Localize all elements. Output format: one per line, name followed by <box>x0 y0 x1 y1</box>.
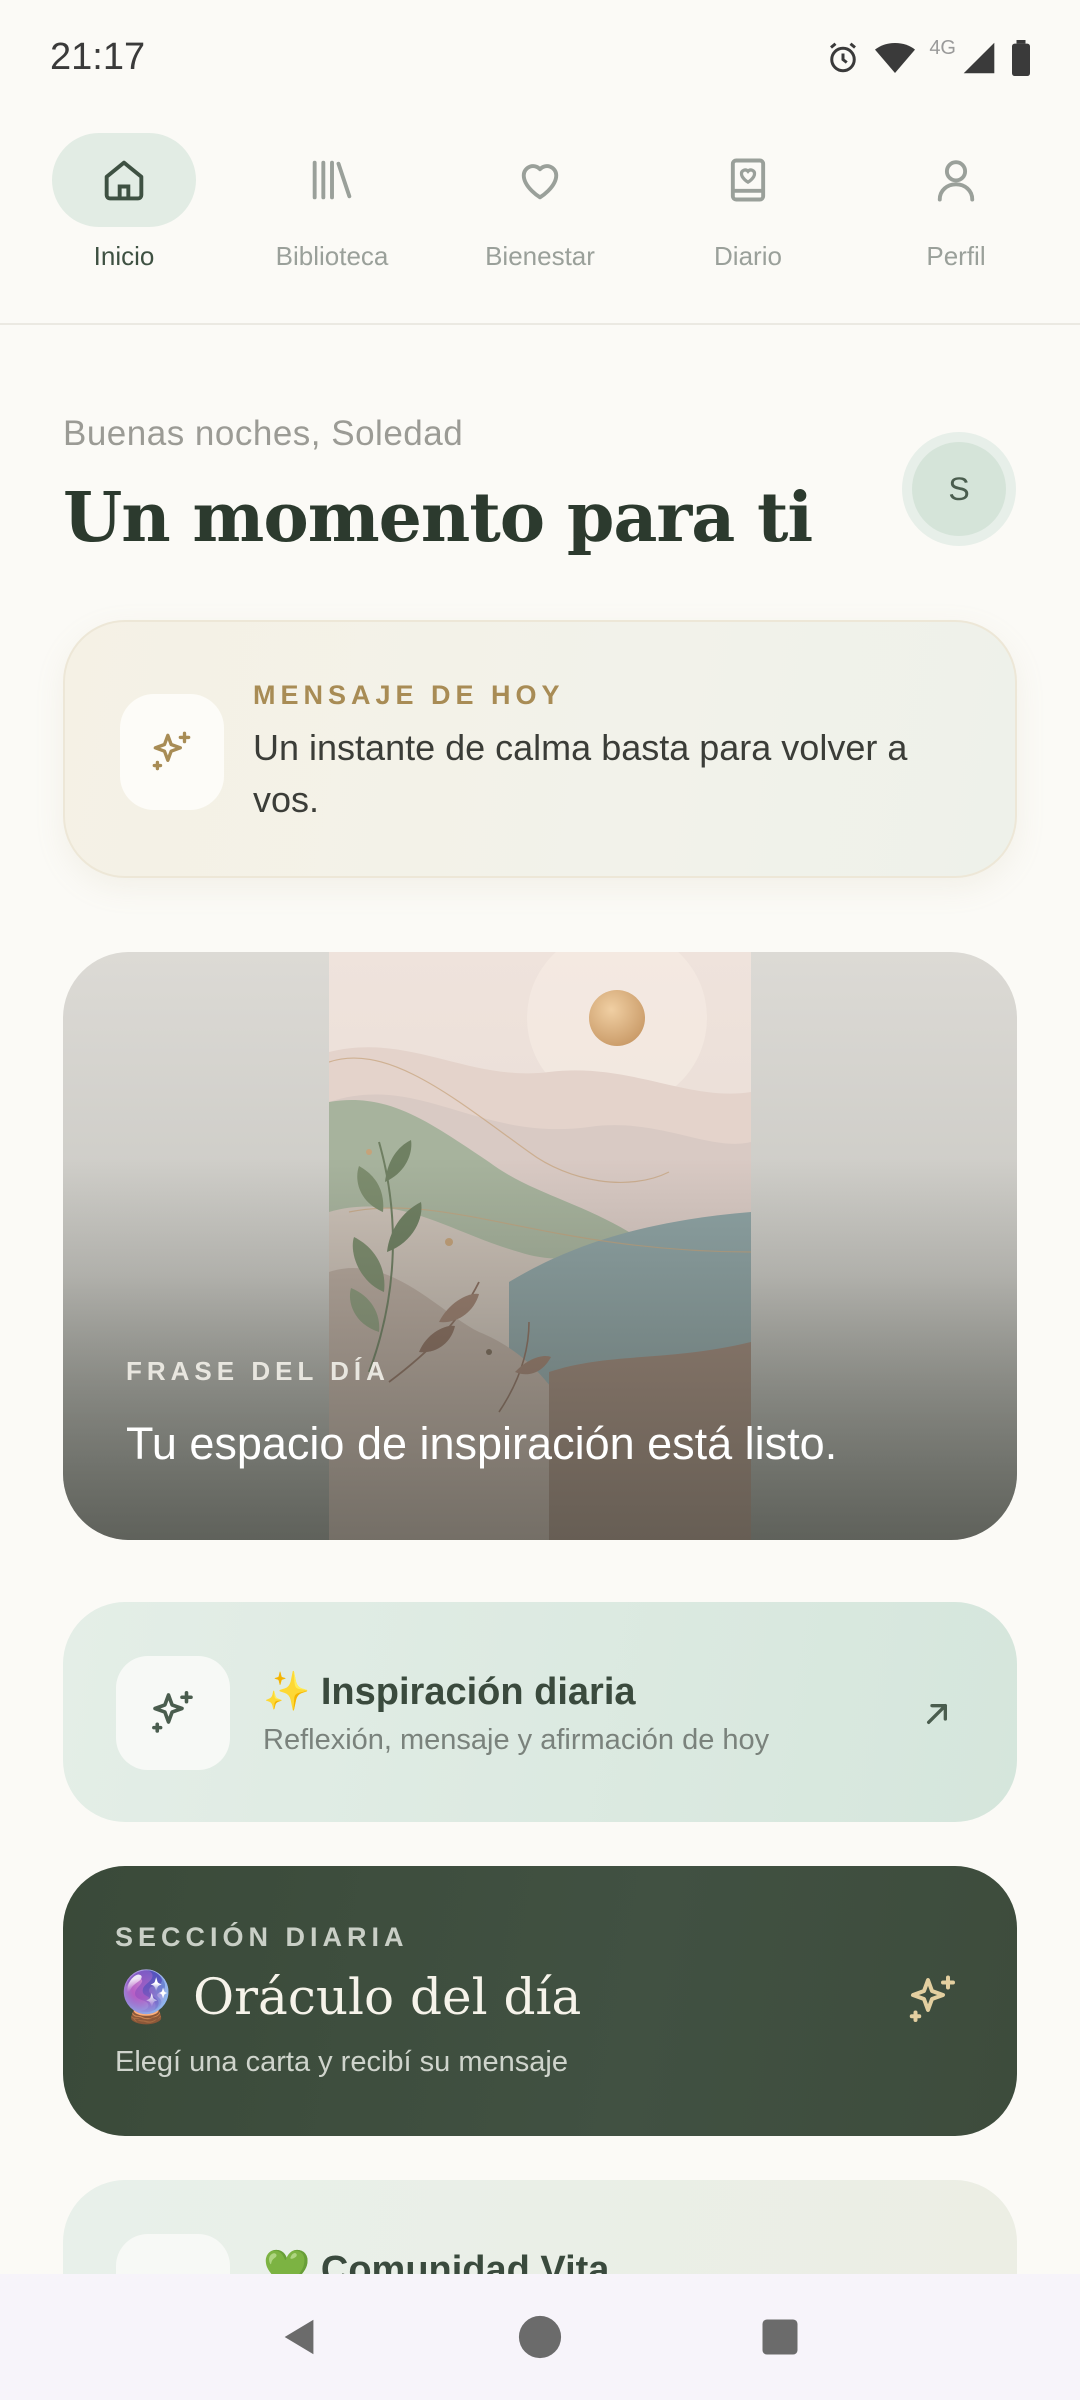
quote-text: Tu espacio de inspiración está listo. <box>126 1418 838 1469</box>
oracle-of-the-day-card[interactable]: SECCIÓN DIARIA 🔮 Oráculo del día Elegí u… <box>63 1866 1017 2136</box>
top-navigation: Inicio Biblioteca Bienestar Diario Perfi… <box>0 115 1080 325</box>
status-bar: 21:17 4G <box>0 0 1080 115</box>
nav-item-biblioteca[interactable]: Biblioteca <box>242 133 422 272</box>
oracle-kicker: SECCIÓN DIARIA <box>115 1922 409 1952</box>
greeting-text: Buenas noches, Soledad <box>63 414 464 453</box>
msg-icon-box <box>120 694 224 810</box>
message-of-the-day-card[interactable]: MENSAJE DE HOY Un instante de calma bast… <box>63 620 1017 878</box>
sparkles-icon <box>909 1975 955 2022</box>
oracle-subtitle: Elegí una carta y recibí su mensaje <box>115 2046 568 2078</box>
quote-kicker: FRASE DEL DÍA <box>126 1356 390 1386</box>
recents-button[interactable] <box>740 2297 820 2377</box>
nav-label: Inicio <box>93 241 155 271</box>
status-time: 21:17 <box>50 36 146 78</box>
avatar[interactable]: S <box>902 432 1016 546</box>
nav-item-bienestar[interactable]: Bienestar <box>450 133 630 272</box>
nav-icon-wrap <box>468 133 612 227</box>
signal-icon <box>963 42 995 73</box>
nav-icon-wrap <box>676 133 820 227</box>
nav-icon-wrap <box>260 133 404 227</box>
nav-item-diario[interactable]: Diario <box>658 133 838 272</box>
home-button[interactable] <box>500 2297 580 2377</box>
daily-inspiration-card[interactable]: ✨ Inspiración diaria Reflexión, mensaje … <box>63 1602 1017 1822</box>
journal-icon <box>730 158 766 202</box>
recents-square-icon <box>762 2319 798 2355</box>
nav-label: Perfil <box>926 241 986 271</box>
library-icon <box>312 160 352 200</box>
arrow-up-right-icon <box>927 1704 947 1724</box>
quote-of-the-day-card[interactable]: FRASE DEL DÍA Tu espacio de inspiración … <box>63 952 1017 1540</box>
sparkles-icon <box>152 731 191 771</box>
nav-item-inicio[interactable]: Inicio <box>34 133 214 272</box>
user-icon <box>937 160 975 202</box>
status-icons: 4G <box>825 37 1032 76</box>
battery-icon <box>1012 39 1030 76</box>
alarm-icon <box>830 42 857 72</box>
insp-icon-box <box>116 1656 230 1770</box>
nav-icon-wrap <box>52 133 196 227</box>
nav-label: Biblioteca <box>275 241 389 271</box>
message-kicker: MENSAJE DE HOY <box>253 680 565 710</box>
nav-item-perfil[interactable]: Perfil <box>866 133 1046 272</box>
network-type: 4G <box>929 37 956 59</box>
home-icon <box>104 160 144 201</box>
nav-icon-wrap <box>884 133 1028 227</box>
inspiration-subtitle: Reflexión, mensaje y afirmación de hoy <box>263 1724 770 1756</box>
message-text: Un instante de calma basta para volver a… <box>253 727 908 820</box>
page-title: Un momento para ti <box>63 478 813 558</box>
system-navigation-bar <box>0 2274 1080 2400</box>
sparkles-icon <box>152 1690 193 1733</box>
back-button[interactable] <box>260 2297 340 2377</box>
wifi-icon <box>875 42 916 73</box>
home-circle-icon <box>518 2315 562 2359</box>
back-triangle-icon <box>284 2319 314 2355</box>
inspiration-title: ✨ Inspiración diaria <box>263 1671 636 1713</box>
nav-label: Diario <box>714 241 782 271</box>
nav-label: Bienestar <box>485 241 595 271</box>
avatar-initial: S <box>912 442 1006 536</box>
heart-icon <box>521 164 559 200</box>
oracle-title: 🔮 Oráculo del día <box>115 1968 582 2026</box>
